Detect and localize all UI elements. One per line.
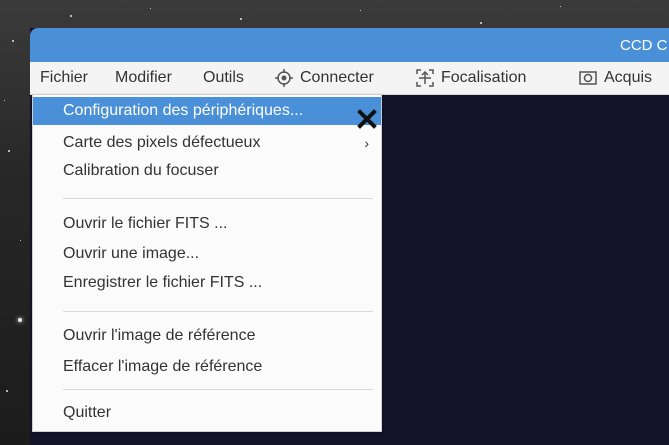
menu-item-label: Ouvrir une image... <box>63 245 200 262</box>
menu-label: Fichier <box>40 69 89 86</box>
menu-item-ouvrir-image[interactable]: Ouvrir une image... <box>33 240 381 268</box>
menu-item-label: Ouvrir l'image de référence <box>63 327 256 344</box>
menu-label: Modifier <box>115 69 172 86</box>
menu-item-quitter[interactable]: Quitter <box>33 399 381 427</box>
star <box>6 390 8 392</box>
menu-item-label: Quitter <box>63 404 112 421</box>
star <box>240 18 242 20</box>
menu-acquisition[interactable]: Acquis <box>578 62 652 94</box>
menu-item-calibration-focuser[interactable]: Calibration du focuser <box>33 157 381 185</box>
menu-item-label: Calibration du focuser <box>63 162 219 179</box>
submenu-arrow-icon: › <box>364 135 369 151</box>
star <box>360 10 361 11</box>
star <box>4 100 5 101</box>
star <box>12 40 14 42</box>
menu-item-configuration[interactable]: Configuration des périphériques... <box>33 97 381 125</box>
menu-label: Outils <box>203 69 244 86</box>
menu-item-label: Carte des pixels défectueux <box>63 134 261 151</box>
menu-label: Connecter <box>300 69 374 86</box>
menu-separator <box>63 198 373 199</box>
menu-item-ouvrir-fits[interactable]: Ouvrir le fichier FITS ... <box>33 210 381 238</box>
menu-item-carte-pixels[interactable]: Carte des pixels défectueux › <box>33 129 381 157</box>
star <box>70 15 72 17</box>
menu-label: Focalisation <box>441 69 527 86</box>
camera-icon <box>578 68 598 88</box>
menu-item-label: Ouvrir le fichier FITS ... <box>63 215 228 232</box>
fichier-dropdown-menu: Configuration des périphériques... Carte… <box>32 94 382 432</box>
window-titlebar[interactable]: CCD C <box>30 28 669 62</box>
menu-separator <box>63 311 373 312</box>
menu-item-label: Enregistrer le fichier FITS ... <box>63 274 263 291</box>
menu-item-enregistrer-fits[interactable]: Enregistrer le fichier FITS ... <box>33 269 381 297</box>
menu-item-ouvrir-reference[interactable]: Ouvrir l'image de référence <box>33 322 381 350</box>
star <box>480 22 482 24</box>
menu-item-effacer-reference[interactable]: Effacer l'image de référence <box>33 353 381 381</box>
menu-connecter[interactable]: Connecter <box>274 62 374 94</box>
menubar: Fichier Modifier Outils Connecter Focali… <box>30 62 669 95</box>
menu-label: Acquis <box>604 69 653 86</box>
menu-item-label: Configuration des périphériques... <box>63 102 304 119</box>
menu-focalisation[interactable]: Focalisation <box>415 62 526 94</box>
menu-fichier[interactable]: Fichier <box>40 62 88 94</box>
menu-modifier[interactable]: Modifier <box>115 62 172 94</box>
star <box>560 6 561 7</box>
crosshair-icon <box>274 68 294 88</box>
focus-icon <box>415 68 435 88</box>
star <box>8 150 10 152</box>
star <box>20 240 21 241</box>
star <box>18 318 22 322</box>
window-title: CCD C <box>620 37 668 54</box>
menu-outils[interactable]: Outils <box>203 62 244 94</box>
mouse-cursor-icon <box>357 109 377 129</box>
menu-separator <box>63 389 373 390</box>
menu-item-label: Effacer l'image de référence <box>63 358 263 375</box>
star <box>150 8 151 9</box>
